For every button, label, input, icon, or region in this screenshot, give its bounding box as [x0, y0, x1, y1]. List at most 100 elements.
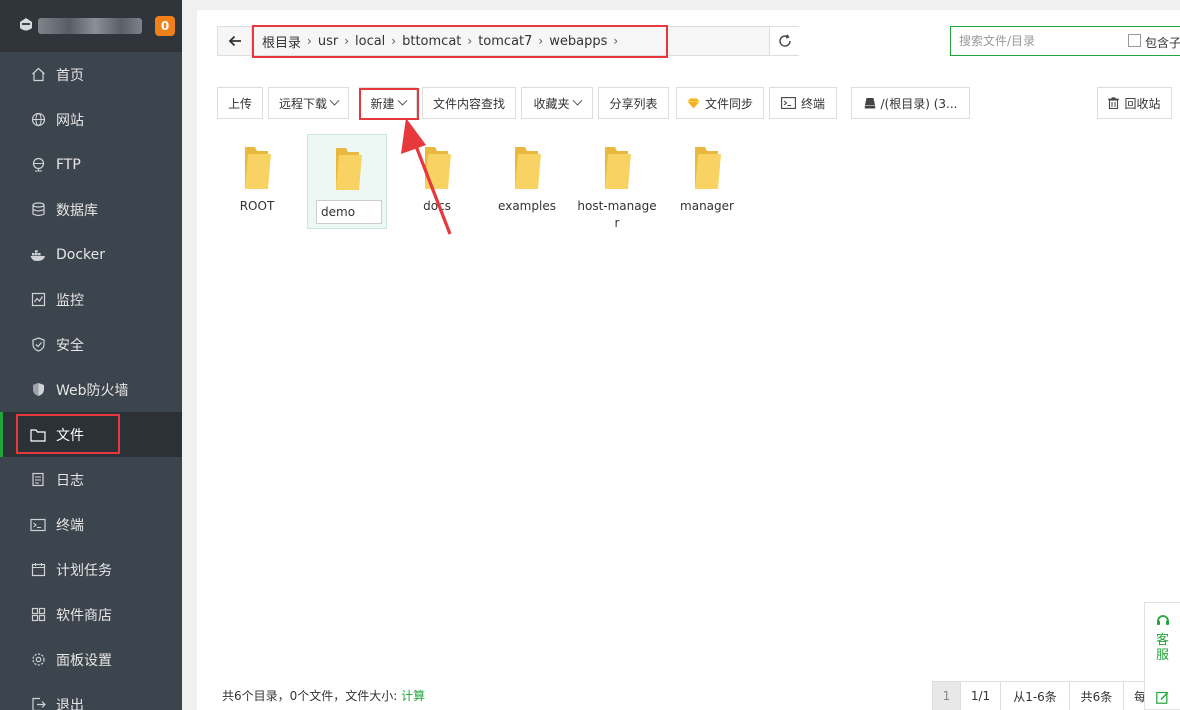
- sidebar-item-firewall[interactable]: Web防火墙: [0, 367, 182, 412]
- annotation-highlight-files: [16, 414, 120, 454]
- folder-item[interactable]: ROOT: [217, 134, 297, 229]
- sidebar-item-label: 计划任务: [56, 562, 112, 579]
- page-range: 从1-6条: [1000, 681, 1070, 710]
- sidebar-item-label: 退出: [56, 697, 84, 710]
- folder-icon: [245, 147, 271, 189]
- sidebar-item-logs[interactable]: 日志: [0, 457, 182, 502]
- chevron-down-icon: [329, 95, 340, 106]
- panel-logo-icon: [20, 18, 32, 31]
- folder-name: ROOT: [239, 199, 275, 213]
- calendar-icon: [30, 562, 46, 578]
- sidebar-item-security[interactable]: 安全: [0, 322, 182, 367]
- database-icon: [30, 202, 46, 218]
- recycle-bin-label: 回收站: [1124, 96, 1161, 111]
- file-sync-label: 文件同步: [704, 96, 753, 111]
- disk-icon: [864, 97, 876, 109]
- content-search-label: 文件内容查找: [432, 96, 505, 111]
- page-of-text: 1/1: [970, 689, 991, 703]
- sidebar-item-app-store[interactable]: 软件商店: [0, 592, 182, 637]
- sidebar-item-label: 面板设置: [56, 652, 112, 669]
- logout-icon: [30, 697, 46, 710]
- favorites-label: 收藏夹: [533, 96, 570, 111]
- annotation-arrow: [401, 118, 452, 235]
- trash-icon: [1108, 97, 1120, 109]
- calc-size-link[interactable]: 计算: [401, 689, 425, 703]
- rename-input[interactable]: [316, 200, 382, 224]
- chevron-down-icon: [572, 95, 582, 106]
- sidebar-item-logout[interactable]: 退出: [0, 682, 182, 710]
- page-total-text: 共6条: [1080, 689, 1113, 704]
- home-icon: [30, 67, 46, 83]
- folder-item-renaming[interactable]: [307, 134, 387, 229]
- gear-icon: [30, 652, 46, 668]
- terminal-label: 终端: [800, 96, 825, 111]
- include-subdir-label: 包含子: [1145, 36, 1180, 50]
- folder-icon: [336, 148, 362, 190]
- terminal-button[interactable]: 终端: [769, 87, 837, 119]
- remote-download-label: 远程下载: [278, 96, 327, 111]
- support-widget[interactable]: 客服: [1144, 602, 1180, 710]
- sidebar-item-label: 网站: [56, 112, 84, 129]
- folder-name: host-manager: [577, 199, 657, 230]
- folder-icon: [695, 147, 721, 189]
- sidebar-item-label: 安全: [56, 337, 84, 354]
- sidebar-item-website[interactable]: 网站: [0, 97, 182, 142]
- refresh-icon: [778, 34, 791, 47]
- sidebar-item-terminal[interactable]: 终端: [0, 502, 182, 547]
- page-range-text: 从1-6条: [1013, 689, 1057, 704]
- refresh-button[interactable]: [769, 27, 799, 55]
- upload-button[interactable]: 上传: [217, 87, 263, 119]
- include-subdir-checkbox[interactable]: [1128, 34, 1141, 47]
- folder-item[interactable]: manager: [667, 134, 747, 229]
- sidebar-item-label: 数据库: [56, 202, 98, 219]
- sidebar-item-home[interactable]: 首页: [0, 52, 182, 97]
- sidebar-item-cron[interactable]: 计划任务: [0, 547, 182, 592]
- sidebar-item-settings[interactable]: 面板设置: [0, 637, 182, 682]
- page-current[interactable]: 1: [932, 681, 961, 710]
- folder-item[interactable]: host-manager: [577, 134, 657, 230]
- search-input[interactable]: [951, 27, 1121, 55]
- terminal-icon: [30, 517, 46, 533]
- arrow-left-icon: [228, 35, 241, 47]
- sidebar-item-label: Web防火墙: [56, 382, 129, 399]
- directory-summary: 共6个目录，0个文件，文件大小: 计算: [222, 687, 425, 704]
- folder-icon: [515, 147, 541, 189]
- sidebar-item-label: 监控: [56, 292, 84, 309]
- shield-icon: [30, 337, 46, 353]
- page-number: 1: [942, 689, 951, 703]
- back-button[interactable]: [218, 27, 252, 55]
- ftp-icon: [30, 157, 46, 173]
- notification-badge[interactable]: 0: [155, 16, 175, 36]
- sidebar-item-ftp[interactable]: FTP: [0, 142, 182, 187]
- headset-icon: [1157, 615, 1169, 625]
- file-search-box: 包含子: [950, 26, 1180, 56]
- file-sync-button[interactable]: 文件同步: [676, 87, 764, 119]
- favorites-button[interactable]: 收藏夹: [521, 87, 593, 119]
- sidebar-item-monitor[interactable]: 监控: [0, 277, 182, 322]
- diamond-icon: [687, 98, 700, 109]
- monitor-icon: [30, 292, 46, 308]
- server-name-redacted: [38, 18, 142, 34]
- remote-download-button[interactable]: 远程下载: [268, 87, 349, 119]
- firewall-icon: [30, 382, 46, 398]
- disk-label: /(根目录) (3...: [880, 96, 958, 111]
- disk-select-button[interactable]: /(根目录) (3...: [851, 87, 970, 119]
- log-icon: [30, 472, 46, 488]
- page-of: 1/1: [960, 681, 1001, 710]
- file-manager-panel: 根目录 › usr › local › bttomcat › tomcat7 ›…: [197, 10, 1180, 710]
- globe-icon: [30, 112, 46, 128]
- apps-icon: [30, 607, 46, 623]
- sidebar-item-label: 终端: [56, 517, 84, 534]
- folder-name: examples: [498, 199, 556, 213]
- sidebar: 0 首页 网站 FTP 数据库 Docker 监控 安全 Web防火墙 文件 日…: [0, 0, 182, 710]
- recycle-bin-button[interactable]: 回收站: [1097, 87, 1172, 119]
- upload-label: 上传: [227, 96, 252, 111]
- page-total: 共6条: [1069, 681, 1124, 710]
- feedback-edit-icon[interactable]: [1156, 691, 1169, 704]
- annotation-highlight-path: [252, 25, 668, 58]
- docker-icon: [30, 247, 46, 263]
- sidebar-item-database[interactable]: 数据库: [0, 187, 182, 232]
- folder-item[interactable]: examples: [487, 134, 567, 229]
- share-list-button[interactable]: 分享列表: [598, 87, 669, 119]
- sidebar-item-docker[interactable]: Docker: [0, 232, 182, 277]
